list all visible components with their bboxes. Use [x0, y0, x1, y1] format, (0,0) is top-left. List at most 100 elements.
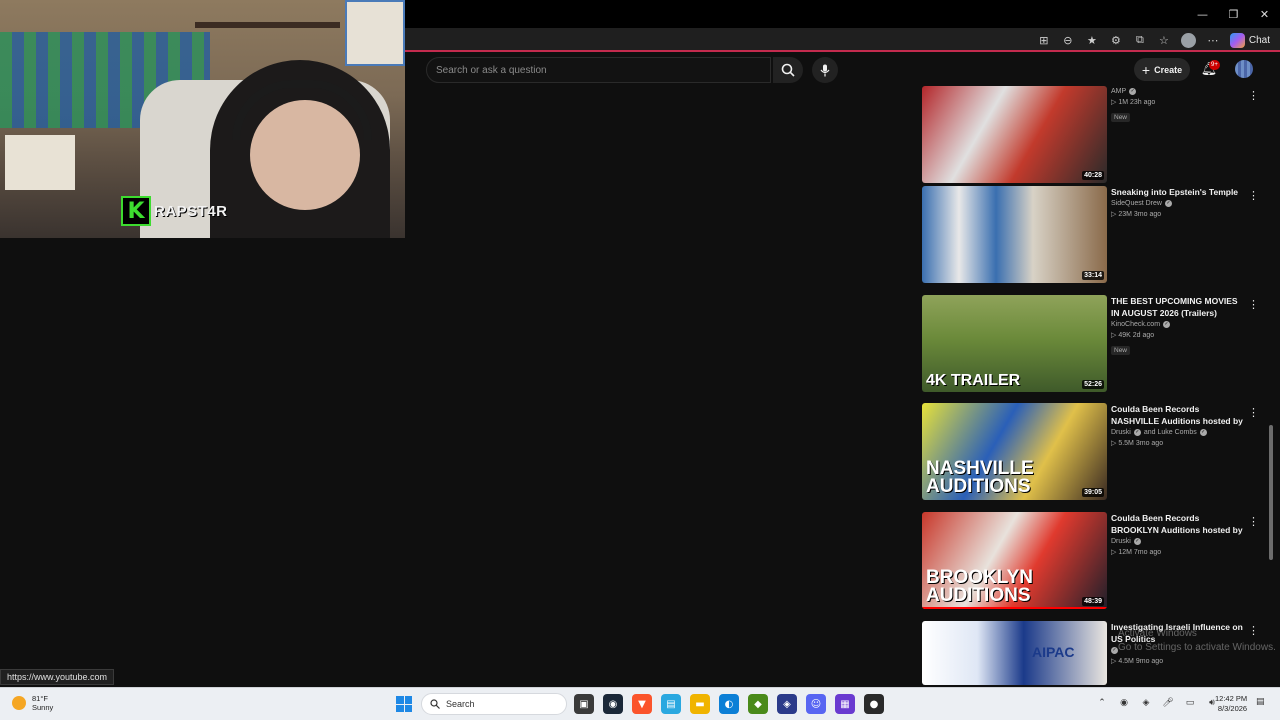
copilot-icon — [1229, 32, 1245, 48]
watermark-line-1: Activate Windows — [1118, 628, 1197, 639]
upload-age: 9mo ago — [1135, 658, 1164, 665]
video-channel[interactable]: KinoCheck.com ✓ — [1111, 321, 1245, 328]
video-stats: ▷ 4.5M 9mo ago — [1111, 658, 1164, 665]
upload-age: 3mo ago — [1135, 440, 1164, 447]
video-channel[interactable]: AMP ✓ — [1111, 88, 1245, 95]
thumbnail-overlay-text: NASHVILLE AUDITIONS — [926, 457, 1034, 497]
video-channel[interactable]: Druski ✓ — [1111, 538, 1245, 545]
verified-icon: ✓ — [1133, 429, 1141, 436]
taskbar-search[interactable]: Search — [421, 693, 567, 715]
display-shoe — [5, 135, 75, 190]
video-title[interactable]: THE BEST UPCOMING MOVIES IN AUGUST 2026 … — [1111, 295, 1245, 319]
split-screen-icon[interactable]: ⧉ — [1133, 33, 1147, 47]
video-stats: ▷ 1M 23h ago — [1111, 99, 1156, 106]
close-button[interactable]: ✕ — [1249, 0, 1280, 28]
channel-name: Druski — [1111, 538, 1131, 545]
steam-icon[interactable]: ◉ — [603, 694, 623, 714]
search-input[interactable]: Search or ask a question — [426, 57, 771, 83]
network-icon[interactable]: ▭ — [1183, 696, 1197, 710]
wall-shelf — [195, 22, 340, 28]
search-button[interactable] — [773, 57, 803, 83]
video-meta: AMP ✓ ▷ 1M 23h ago New — [1111, 86, 1245, 124]
verified-icon: ✓ — [1133, 538, 1141, 545]
video-item[interactable]: 4K TRAILER 52:26 THE BEST UPCOMING MOVIE… — [922, 295, 1272, 400]
copilot-chat-button[interactable]: Chat — [1229, 32, 1270, 48]
chevron-up-icon[interactable]: ⌃ — [1095, 696, 1109, 710]
channel-name: KinoCheck.com — [1111, 321, 1161, 328]
taskbar-clock[interactable]: 12:42 PM 8/3/2026 — [1215, 694, 1247, 714]
scrollbar-thumb[interactable] — [1269, 425, 1273, 560]
video-meta: THE BEST UPCOMING MOVIES IN AUGUST 2026 … — [1111, 295, 1245, 357]
video-thumbnail[interactable]: NASHVILLE AUDITIONS 39:05 — [922, 403, 1107, 500]
video-meta: Coulda Been Records NASHVILLE Auditions … — [1111, 403, 1245, 447]
video-meta: Sneaking into Epstein's Temple SideQuest… — [1111, 186, 1245, 218]
create-button[interactable]: + Create — [1134, 58, 1190, 81]
view-count: 23M — [1118, 211, 1132, 218]
tray-app-icon[interactable]: ◈ — [1139, 696, 1153, 710]
view-count: 49K — [1118, 332, 1131, 339]
more-options-icon[interactable]: ⋮ — [1248, 407, 1259, 419]
more-options-icon[interactable]: ⋮ — [1248, 90, 1259, 102]
app-icon[interactable]: ◈ — [777, 694, 797, 714]
page-scrollbar[interactable] — [1268, 80, 1274, 685]
screen: — ❐ ✕ ⊞ ⊖ ★ ⚙ ⧉ ☆ ⋯ Chat Search or ask a… — [0, 0, 1280, 720]
microphone-icon[interactable]: 🎤︎ — [1161, 696, 1175, 710]
start-button-icon[interactable] — [396, 696, 412, 712]
app-grid-icon[interactable]: ▦ — [835, 694, 855, 714]
discord-icon[interactable]: ☺ — [806, 694, 826, 714]
upload-age: 7mo ago — [1133, 549, 1162, 556]
video-thumbnail[interactable]: 4K TRAILER 52:26 — [922, 295, 1107, 392]
more-menu-icon[interactable]: ⋯ — [1206, 33, 1220, 47]
video-item[interactable]: BROOKLYN AUDITIONS 48:39 Coulda Been Rec… — [922, 512, 1272, 617]
more-options-icon[interactable]: ⋮ — [1248, 190, 1259, 202]
video-stats: ▷ 49K 2d ago — [1111, 332, 1155, 339]
video-thumbnail[interactable]: 40:28 — [922, 86, 1107, 183]
edge-icon[interactable]: ◐ — [719, 694, 739, 714]
favorites-icon[interactable]: ☆ — [1157, 33, 1171, 47]
video-channel[interactable]: SideQuest Drew ✓ — [1111, 200, 1245, 207]
video-thumbnail[interactable]: AIPAC — [922, 621, 1107, 685]
sun-icon — [12, 696, 26, 710]
video-item[interactable]: 40:28 AMP ✓ ▷ 1M 23h ago New ⋮ — [922, 86, 1272, 191]
notification-center-icon[interactable]: ▤ — [1256, 697, 1268, 709]
video-item[interactable]: NASHVILLE AUDITIONS 39:05 Coulda Been Re… — [922, 403, 1272, 508]
more-options-icon[interactable]: ⋮ — [1248, 516, 1259, 528]
watermark-line-2: Go to Settings to activate Windows. — [1118, 642, 1276, 653]
account-avatar[interactable] — [1235, 60, 1253, 78]
video-thumbnail[interactable]: 33:14 — [922, 186, 1107, 283]
brave-icon[interactable]: ▼ — [632, 694, 652, 714]
extensions-icon[interactable]: ⚙ — [1109, 33, 1123, 47]
upload-age: 2d ago — [1132, 332, 1155, 339]
profile-avatar[interactable] — [1180, 32, 1196, 48]
video-thumbnail[interactable]: BROOKLYN AUDITIONS 48:39 — [922, 512, 1107, 609]
voice-search-button[interactable] — [812, 57, 838, 83]
restore-button[interactable]: ❐ — [1218, 0, 1249, 28]
video-item[interactable]: 33:14 Sneaking into Epstein's Temple Sid… — [922, 186, 1272, 291]
thumbnail-overlay-text: BROOKLYN AUDITIONS — [926, 566, 1033, 606]
clock-date: 8/3/2026 — [1217, 704, 1248, 713]
channel-name: Druski — [1111, 429, 1131, 436]
verified-icon: ✓ — [1111, 647, 1118, 654]
minimize-button[interactable]: — — [1187, 0, 1218, 28]
file-explorer-icon[interactable]: ▬ — [690, 694, 710, 714]
video-stats: ▷ 5.5M 3mo ago — [1111, 440, 1164, 447]
zoom-icon[interactable]: ⊖ — [1061, 33, 1075, 47]
task-view-icon[interactable]: ▣ — [574, 694, 594, 714]
favorite-star-icon[interactable]: ★ — [1085, 33, 1099, 47]
search-placeholder: Search or ask a question — [436, 64, 547, 76]
view-count: 12M — [1118, 549, 1132, 556]
weather-widget[interactable]: 81°F Sunny — [12, 694, 53, 712]
view-count: 5.5M — [1118, 440, 1134, 447]
more-options-icon[interactable]: ⋮ — [1248, 299, 1259, 311]
video-channel[interactable]: Druski ✓ and Luke Combs ✓ — [1111, 429, 1245, 436]
video-title[interactable]: Sneaking into Epstein's Temple — [1111, 186, 1245, 198]
nvidia-icon[interactable]: ◆ — [748, 694, 768, 714]
obs-icon[interactable]: ● — [864, 694, 884, 714]
notepad-icon[interactable]: ▤ — [661, 694, 681, 714]
video-duration: 48:39 — [1082, 597, 1104, 606]
steam-tray-icon[interactable]: ◉ — [1117, 696, 1131, 710]
search-icon — [781, 63, 795, 77]
app-available-icon[interactable]: ⊞ — [1037, 33, 1051, 47]
video-title[interactable]: Coulda Been Records BROOKLYN Auditions h… — [1111, 512, 1245, 536]
video-title[interactable]: Coulda Been Records NASHVILLE Auditions … — [1111, 403, 1245, 427]
